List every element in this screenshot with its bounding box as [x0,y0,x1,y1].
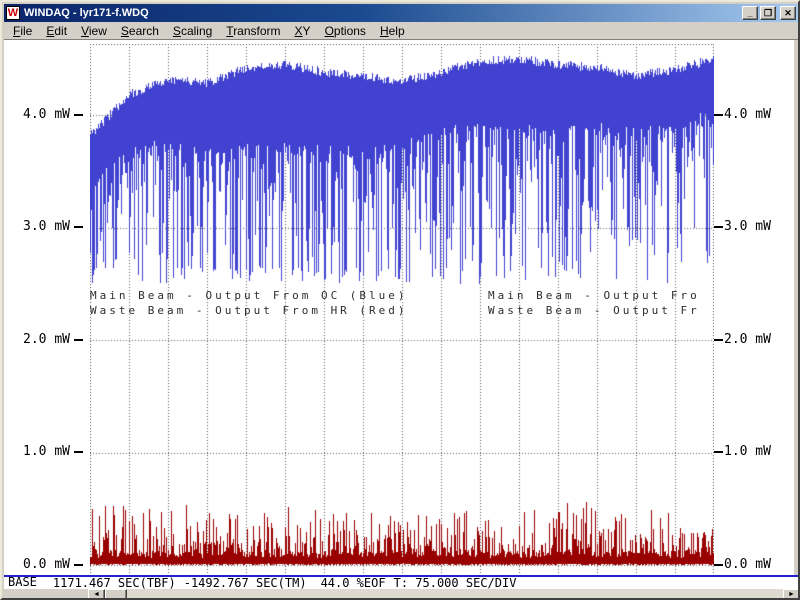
minimize-button[interactable]: _ [742,6,758,20]
menu-view[interactable]: View [74,23,114,39]
app-icon[interactable]: W [6,6,20,20]
y-axis-tick-left [74,339,83,341]
y-axis-label-right: 2.0 mW [724,332,771,347]
scroll-right-icon[interactable]: ► [783,589,800,600]
scroll-left-icon[interactable]: ◄ [88,589,105,600]
status-tbf: 1171.467 SEC(TBF) [53,576,176,590]
app-window: W WINDAQ - lyr171-f.WDQ _ ❐ ✕ File Edit … [0,0,800,600]
title-bar[interactable]: W WINDAQ - lyr171-f.WDQ _ ❐ ✕ [4,4,798,22]
y-axis-label-right: 3.0 mW [724,219,771,234]
horizontal-scrollbar: ◄ ► [4,589,800,600]
restore-button[interactable]: ❐ [760,6,776,20]
scrollbar-thumb[interactable] [105,589,127,600]
y-axis-label-left: 4.0 mW [10,107,70,122]
y-axis-tick-right [714,339,723,341]
status-timebase: T: 75.000 SEC/DIV [394,576,517,590]
y-axis-tick-left [74,114,83,116]
y-axis-tick-right [714,226,723,228]
y-axis-label-left: 0.0 mW [10,557,70,572]
y-axis-tick-left [74,226,83,228]
y-axis-tick-right [714,564,723,566]
y-axis-tick-left [74,451,83,453]
menu-bar: File Edit View Search Scaling Transform … [4,22,798,40]
annotation-main-beam-truncated: Main Beam - Output Fro [488,288,700,303]
annotation-waste-beam-truncated: Waste Beam - Output Fr [488,303,700,318]
chart-area: 4.0 mW 3.0 mW 2.0 mW 1.0 mW 0.0 mW 4.0 m… [4,40,794,575]
y-axis-tick-left [74,564,83,566]
menu-file[interactable]: File [6,23,39,39]
menu-search[interactable]: Search [114,23,166,39]
channel-annotations: Main Beam - Output From OC (Blue) Waste … [90,288,714,322]
window-title: WINDAQ - lyr171-f.WDQ [24,7,742,19]
annotation-main-beam: Main Beam - Output From OC (Blue) [90,288,408,303]
y-axis-label-left: 3.0 mW [10,219,70,234]
status-eof: 44.0 %EOF [321,576,386,590]
app-icon-letter: W [8,7,18,19]
menu-transform[interactable]: Transform [219,23,287,39]
menu-options[interactable]: Options [318,23,373,39]
close-button[interactable]: ✕ [780,6,796,20]
status-tm: -1492.767 SEC(TM) [184,576,307,590]
scrollbar-spacer [4,589,88,600]
scrollbar-track[interactable] [127,589,783,600]
y-axis-label-right: 4.0 mW [724,107,771,122]
y-axis-label-left: 1.0 mW [10,444,70,459]
menu-edit[interactable]: Edit [39,23,74,39]
menu-help[interactable]: Help [373,23,412,39]
y-axis-tick-right [714,451,723,453]
window-controls: _ ❐ ✕ [742,6,796,20]
y-axis-label-right: 0.0 mW [724,557,771,572]
status-bar: BASE 1171.467 SEC(TBF) -1492.767 SEC(TM)… [4,575,800,589]
menu-scaling[interactable]: Scaling [166,23,219,39]
annotation-waste-beam: Waste Beam - Output From HR (Red) [90,303,408,318]
y-axis-tick-right [714,114,723,116]
y-axis-label-right: 1.0 mW [724,444,771,459]
menu-xy[interactable]: XY [288,23,318,39]
y-axis-label-left: 2.0 mW [10,332,70,347]
